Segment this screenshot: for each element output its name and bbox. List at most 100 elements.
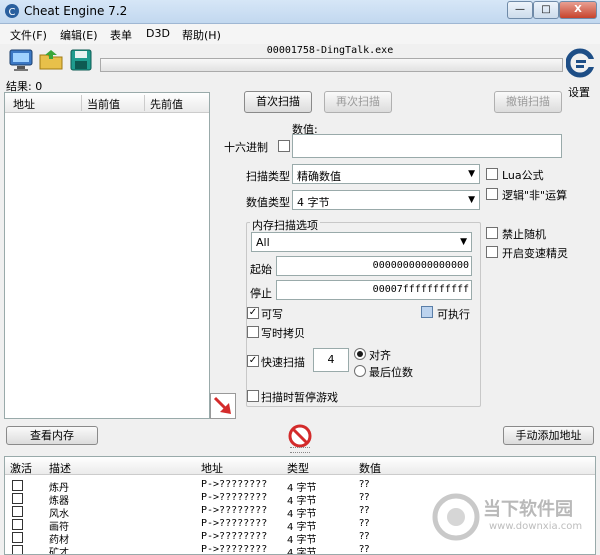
save-disk-icon[interactable] (68, 47, 94, 73)
table-row[interactable]: 矿才 P->???????? 4 字节?? (5, 544, 595, 555)
memory-region-value: All (256, 236, 270, 249)
value-type-label: 数值类型 (246, 196, 290, 209)
logical-not-checkbox[interactable] (486, 188, 498, 200)
table-row[interactable]: 药材 P->???????? 4 字节?? (5, 531, 595, 546)
executable-checkbox[interactable] (421, 306, 433, 318)
row-type: 4 字节 (287, 548, 317, 555)
menu-bar: 文件(F) 编辑(E) 表单 D3D 帮助(H) (0, 24, 600, 44)
menu-table[interactable]: 表单 (110, 27, 132, 43)
first-scan-button[interactable]: 首次扫描 (244, 91, 312, 113)
row-address: P->???????? (201, 531, 268, 542)
window-title: Cheat Engine 7.2 (24, 4, 128, 18)
pause-game-checkbox[interactable] (247, 390, 259, 402)
watermark-title: 当下软件园 (483, 499, 573, 520)
row-active-checkbox[interactable] (12, 545, 23, 554)
row-value: ?? (359, 518, 370, 529)
memory-scan-options-title: 内存扫描选项 (250, 217, 320, 233)
copy-on-write-label: 写时拷贝 (261, 327, 305, 340)
pause-game-label: 扫描时暂停游戏 (261, 391, 338, 404)
row-active-checkbox[interactable] (12, 532, 23, 543)
column-divider (144, 95, 145, 111)
lua-formula-label: Lua公式 (502, 169, 544, 182)
row-value: ?? (359, 505, 370, 516)
stop-icon[interactable] (288, 424, 312, 448)
row-value: ?? (359, 492, 370, 503)
logical-not-label: 逻辑"非"运算 (502, 189, 568, 202)
watermark-url: www.downxia.com (489, 521, 583, 532)
row-address: P->???????? (201, 479, 268, 490)
column-address[interactable]: 地址 (13, 96, 35, 112)
menu-file[interactable]: 文件(F) (10, 27, 47, 43)
minimize-button[interactable]: — (507, 1, 533, 19)
column-table-address[interactable]: 地址 (201, 460, 223, 476)
disable-random-label: 禁止随机 (502, 228, 546, 241)
start-address-label: 起始 (250, 263, 272, 276)
fast-scan-alignment-input[interactable]: 4 (313, 348, 349, 372)
red-arrow-icon[interactable] (210, 393, 236, 419)
fast-scan-checkbox[interactable]: ✓ (247, 355, 259, 367)
ce-logo-icon[interactable] (565, 45, 595, 83)
value-type-select[interactable]: 4 字节 ▼ (292, 190, 480, 210)
row-active-checkbox[interactable] (12, 506, 23, 517)
scan-progress-bar (100, 58, 563, 72)
row-address: P->???????? (201, 544, 268, 555)
settings-label[interactable]: 设置 (568, 84, 590, 100)
column-type[interactable]: 类型 (287, 460, 309, 476)
column-current-value[interactable]: 当前值 (87, 96, 120, 112)
dropdown-arrow-icon: ▼ (468, 195, 475, 205)
column-previous-value[interactable]: 先前值 (150, 96, 183, 112)
stop-address-input[interactable]: 00007fffffffffff (276, 280, 472, 300)
computer-icon[interactable] (8, 47, 34, 73)
row-address: P->???????? (201, 505, 268, 516)
align-label: 对齐 (369, 349, 391, 362)
scan-results-header: 地址 当前值 先前值 (5, 93, 209, 113)
start-address-input[interactable]: 0000000000000000 (276, 256, 472, 276)
hex-checkbox[interactable] (278, 140, 290, 152)
row-description: 矿才 (49, 548, 69, 555)
column-active[interactable]: 激活 (10, 460, 32, 476)
menu-d3d[interactable]: D3D (146, 27, 170, 40)
cheat-engine-app-icon: C (4, 3, 20, 19)
title-bar[interactable]: C Cheat Engine 7.2 — □ X (0, 0, 600, 24)
column-value[interactable]: 数值 (359, 460, 381, 476)
last-digits-radio[interactable] (354, 365, 366, 377)
copy-on-write-checkbox[interactable] (247, 326, 259, 338)
scan-type-select[interactable]: 精确数值 ▼ (292, 164, 480, 184)
maximize-button[interactable]: □ (533, 1, 559, 19)
menu-edit[interactable]: 编辑(E) (60, 27, 98, 43)
writable-checkbox[interactable]: ✓ (247, 307, 259, 319)
dropdown-arrow-icon: ▼ (468, 169, 475, 179)
panel-splitter[interactable] (290, 447, 310, 453)
value-input[interactable] (292, 134, 562, 158)
last-digits-label: 最后位数 (369, 366, 413, 379)
row-active-checkbox[interactable] (12, 493, 23, 504)
row-value: ?? (359, 544, 370, 555)
process-title: 00001758-DingTalk.exe (266, 45, 394, 56)
column-description[interactable]: 描述 (49, 460, 71, 476)
undo-scan-button[interactable]: 撤销扫描 (494, 91, 562, 113)
lua-formula-checkbox[interactable] (486, 168, 498, 180)
row-value: ?? (359, 531, 370, 542)
fast-scan-label: 快速扫描 (261, 356, 305, 369)
menu-help[interactable]: 帮助(H) (182, 27, 221, 43)
open-folder-icon[interactable] (38, 47, 64, 73)
row-address: P->???????? (201, 492, 268, 503)
disable-random-checkbox[interactable] (486, 227, 498, 239)
cheat-table-header: 激活 描述 地址 类型 数值 (5, 457, 595, 476)
table-row[interactable]: 炼丹 P->???????? 4 字节?? (5, 479, 595, 494)
watermark-logo-icon (432, 493, 480, 541)
row-active-checkbox[interactable] (12, 480, 23, 491)
align-radio[interactable] (354, 348, 366, 360)
add-address-manually-button[interactable]: 手动添加地址 (503, 426, 594, 445)
column-divider (81, 95, 82, 111)
memory-region-select[interactable]: All ▼ (251, 232, 472, 252)
next-scan-button[interactable]: 再次扫描 (324, 91, 392, 113)
row-active-checkbox[interactable] (12, 519, 23, 530)
dropdown-arrow-icon: ▼ (460, 237, 467, 247)
cheat-table-list[interactable]: 激活 描述 地址 类型 数值 炼丹 P->???????? 4 字节?? 炼器 P->?… (4, 456, 596, 555)
close-button[interactable]: X (559, 1, 597, 19)
speedhack-checkbox[interactable] (486, 246, 498, 258)
scan-results-list[interactable]: 地址 当前值 先前值 (4, 92, 210, 419)
view-memory-button[interactable]: 查看内存 (6, 426, 98, 445)
scan-type-value: 精确数值 (297, 170, 341, 183)
